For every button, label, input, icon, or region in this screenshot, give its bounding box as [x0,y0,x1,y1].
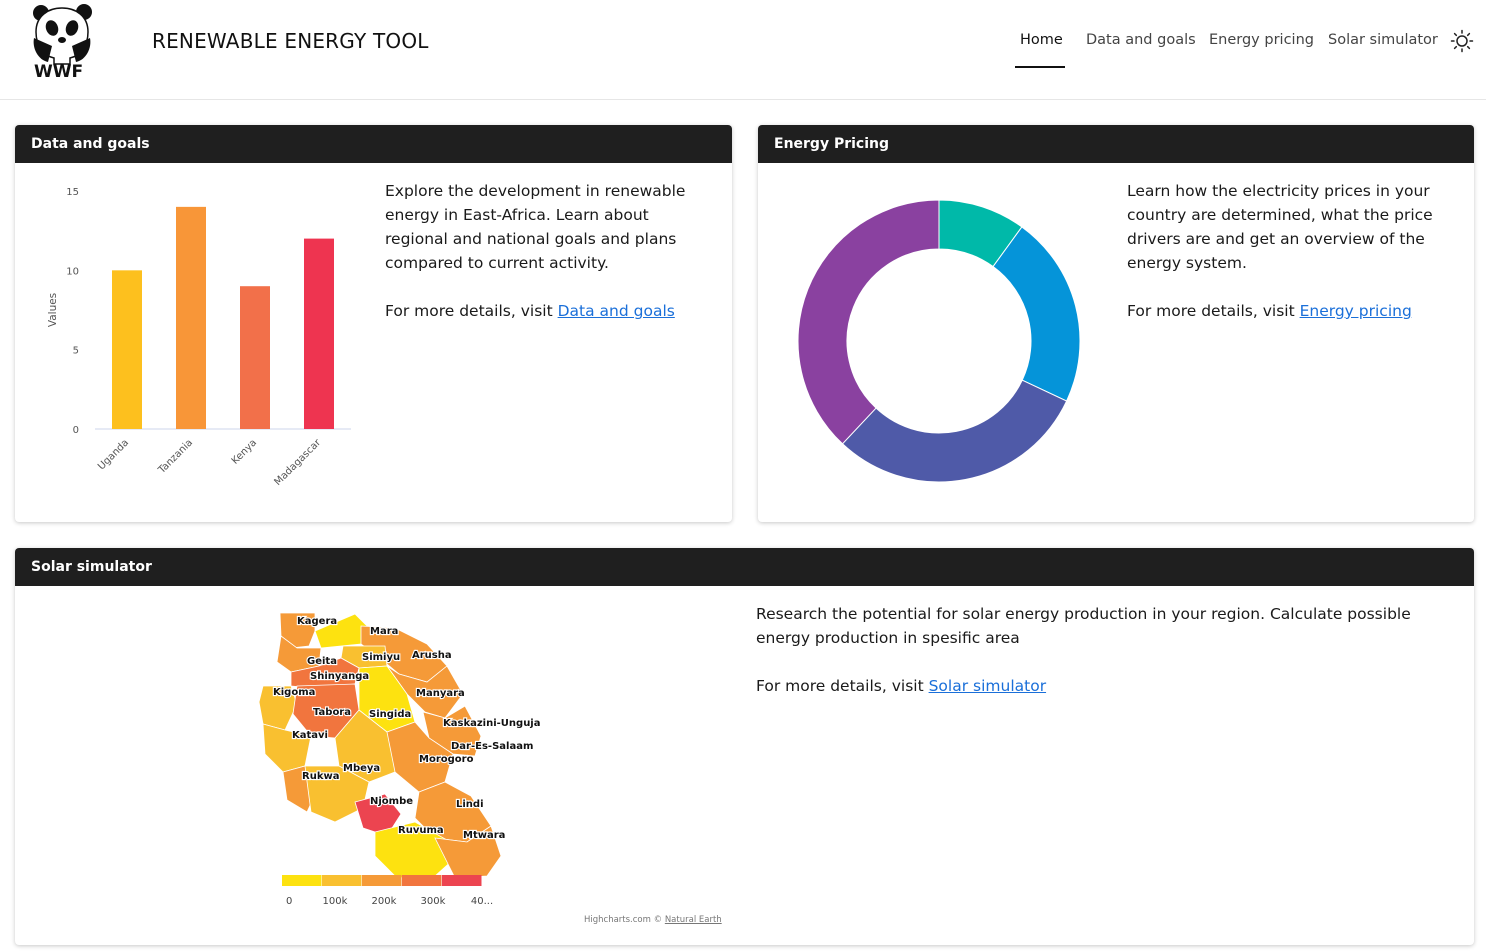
nav-data-and-goals[interactable]: Data and goals [1086,32,1196,48]
card-details: For more details, visit Data and goals [385,299,715,323]
map-label-simiyu: Simiyu [362,652,400,663]
data-goals-link[interactable]: Data and goals [558,302,675,320]
legend-swatch [402,875,442,886]
map-credit: Highcharts.com © Natural Earth [584,915,722,925]
y-tick-label: 15 [66,187,79,198]
bar-madagascar [304,238,334,429]
solar-text: Research the potential for solar energy … [756,602,1456,698]
solar-simulator-link[interactable]: Solar simulator [929,677,1046,695]
map-label-ruvuma: Ruvuma [398,825,444,836]
logo-text: WWF [34,62,84,82]
map-label-lindi: Lindi [456,799,484,810]
legend-tick: 300k [421,896,446,907]
sun-icon[interactable] [1450,29,1474,53]
energy-pricing-link[interactable]: Energy pricing [1300,302,1412,320]
map-label-mtwara: Mtwara [463,830,505,841]
legend-tick: 0 [286,896,292,907]
y-axis-label: Values [47,293,59,327]
map-label-manyara: Manyara [416,688,465,699]
map-label-shinyanga: Shinyanga [310,671,369,682]
legend-swatch [322,875,362,886]
donut-slice [992,226,1081,402]
tanzania-map: Kagera Mara Geita Simiyu Arusha Shinyanga Kigo… [258,612,542,907]
card-description: Learn how the electricity prices in your… [1127,182,1433,272]
donut-slice [841,379,1068,483]
card-title: Data and goals [15,125,732,163]
solar-simulator-card: Solar simulator Kagera Mara Geita Simiyu Aru… [15,548,1474,945]
donut-slice [797,199,940,445]
map-label-njombe: Njombe [370,796,413,807]
data-goals-card: Data and goals 0 5 10 15 Values Uganda Tanzani… [15,125,732,522]
legend-tick: 40... [471,896,493,907]
bar-tanzania [176,206,206,429]
credit-prefix: Highcharts.com © [584,915,665,925]
nav-solar-simulator[interactable]: Solar simulator [1328,32,1438,48]
app-title: RENEWABLE ENERGY TOOL [152,29,429,53]
map-label-kaskazini-unguja: Kaskazini-Unguja [443,718,541,729]
map-label-geita: Geita [307,656,337,667]
nav-energy-pricing[interactable]: Energy pricing [1209,32,1314,48]
map-label-mara: Mara [370,626,398,637]
energy-pricing-card: Energy Pricing Learn how the electricity… [758,125,1474,522]
card-details: For more details, visit Solar simulator [756,674,1456,698]
energy-pricing-text: Learn how the electricity prices in your… [1127,179,1457,323]
map-label-arusha: Arusha [412,650,452,661]
map-label-rukwa: Rukwa [302,771,339,782]
legend-swatch [362,875,402,886]
legend-swatch [442,875,482,886]
details-prefix: For more details, visit [385,302,558,320]
x-tick-label: Kenya [230,437,259,466]
map-label-katavi: Katavi [292,730,328,741]
x-tick-label: Tanzania [156,437,195,476]
map-label-kagera: Kagera [297,616,337,627]
map-label-mbeya: Mbeya [343,763,380,774]
map-label-morogoro: Morogoro [419,754,474,765]
map-label-tabora: Tabora [313,707,351,718]
legend-tick: 200k [372,896,397,907]
nav-home[interactable]: Home [1020,32,1063,48]
x-tick-label: Madagascar [272,437,323,488]
map-label-dar-es-salaam: Dar-Es-Salaam [451,741,533,752]
details-prefix: For more details, visit [1127,302,1300,320]
bar-kenya [240,286,270,429]
card-title: Energy Pricing [758,125,1474,163]
y-tick-label: 5 [73,346,79,357]
natural-earth-link[interactable]: Natural Earth [665,915,722,925]
map-label-kigoma: Kigoma [273,687,315,698]
x-tick-label: Uganda [96,437,131,472]
y-tick-label: 0 [73,425,79,436]
map-label-singida: Singida [369,709,411,720]
legend-swatch [282,875,322,886]
details-prefix: For more details, visit [756,677,929,695]
card-details: For more details, visit Energy pricing [1127,299,1457,323]
donut-chart [797,199,1081,483]
card-description: Explore the development in renewable ene… [385,182,686,272]
card-title: Solar simulator [15,548,1474,586]
y-tick-label: 10 [66,266,79,277]
data-goals-text: Explore the development in renewable ene… [385,179,715,323]
app-header: WWF RENEWABLE ENERGY TOOL Home Data and … [0,0,1486,100]
legend-tick: 100k [323,896,348,907]
active-nav-indicator [1015,66,1065,68]
bar-uganda [112,270,142,429]
card-description: Research the potential for solar energy … [756,605,1411,647]
bar-chart: 0 5 10 15 Values Uganda Tanzania Kenya Madagasca… [47,187,351,488]
